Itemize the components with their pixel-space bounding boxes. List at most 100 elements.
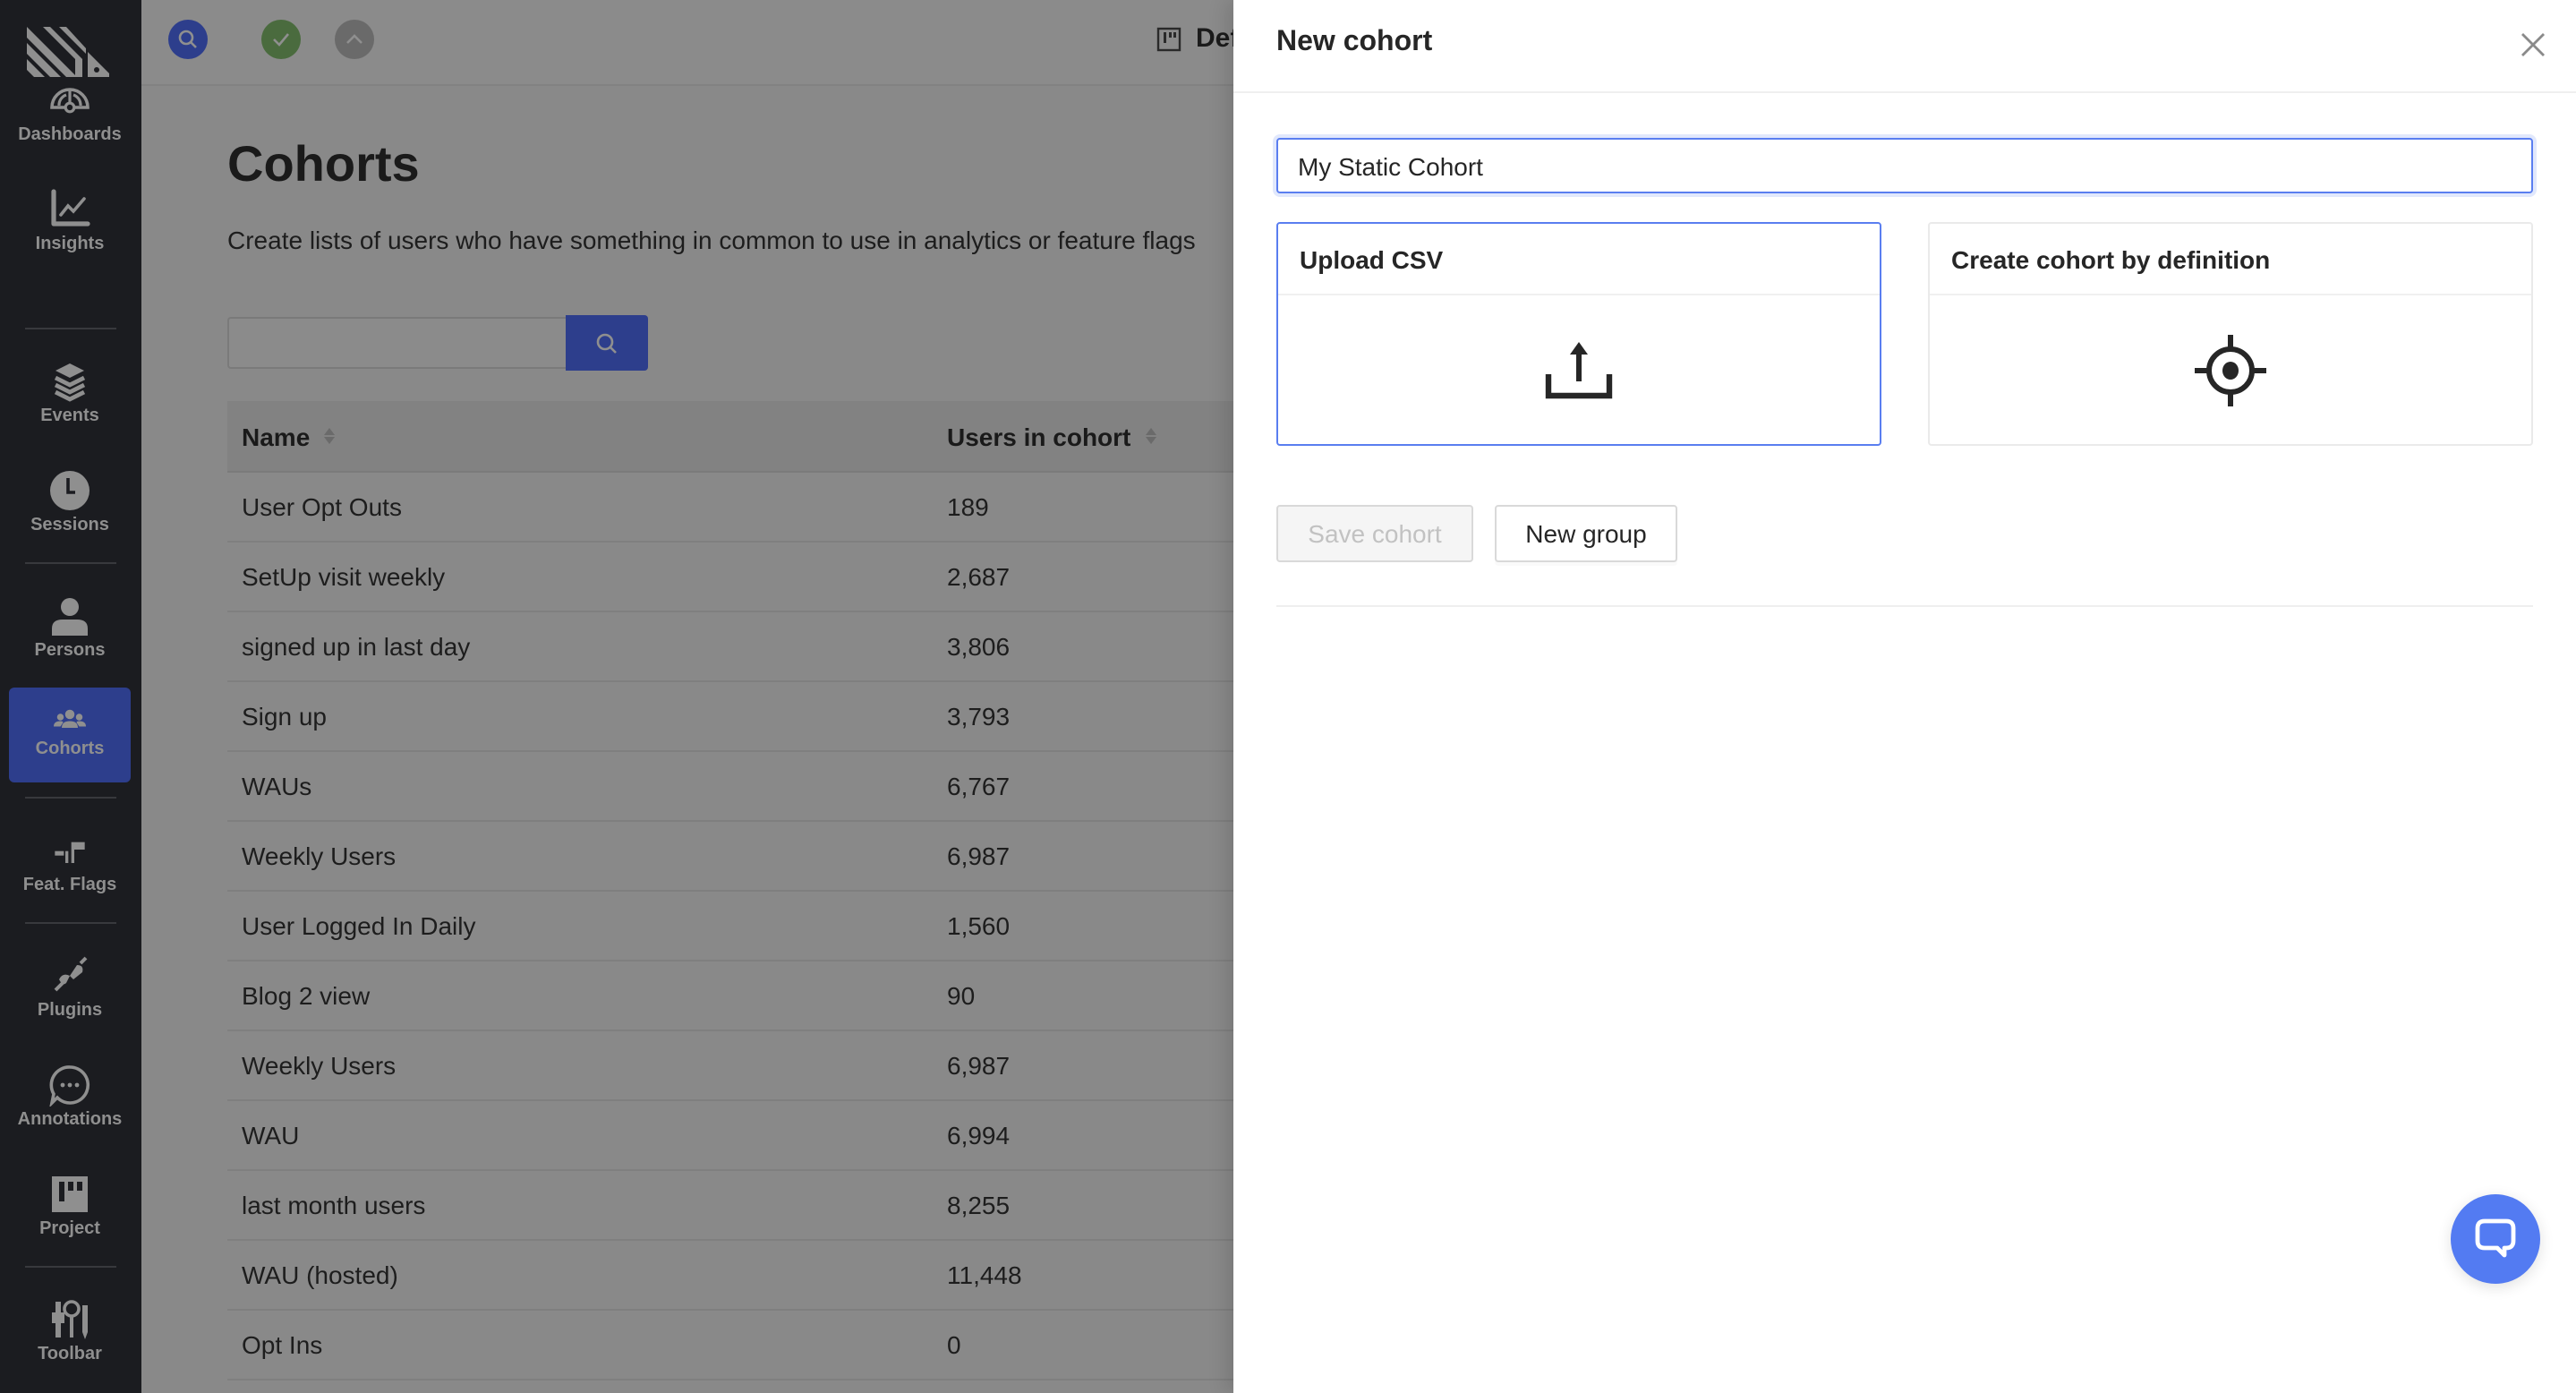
flags-icon — [55, 842, 85, 863]
save-cohort-button[interactable]: Save cohort — [1276, 505, 1473, 562]
cohort-user-count: 8,255 — [947, 1191, 1011, 1219]
cohort-name[interactable]: Weekly Users — [242, 842, 396, 870]
search-button[interactable] — [566, 315, 648, 371]
cohort-name-input[interactable] — [1276, 138, 2533, 193]
crosshair-target-icon — [2195, 335, 2266, 406]
cohort-name[interactable]: User Opt Outs — [242, 492, 402, 521]
sort-icon — [1145, 428, 1156, 444]
project-board-icon — [52, 1176, 88, 1212]
project-board-icon — [1156, 26, 1181, 51]
search-status-button[interactable] — [168, 20, 208, 59]
page-description: Create lists of users who have something… — [227, 226, 1196, 254]
sidebar-divider — [25, 562, 116, 564]
sidebar-item-annotations[interactable]: Annotations — [9, 1056, 131, 1149]
sidebar-item-toolbar[interactable]: Toolbar — [9, 1291, 131, 1384]
drawer-header: New cohort — [1233, 0, 2576, 93]
close-button[interactable] — [2515, 27, 2551, 63]
sidebar-divider — [25, 922, 116, 924]
project-switcher[interactable]: Def — [1156, 23, 1239, 54]
sidebar-item-persons[interactable]: Persons — [9, 587, 131, 680]
tools-icon — [52, 1300, 88, 1339]
cohort-name[interactable]: User Logged In Daily — [242, 911, 476, 940]
cohort-name[interactable]: WAUs — [242, 772, 311, 800]
page-title: Cohorts — [227, 136, 420, 192]
sidebar-item-label: Toolbar — [38, 1345, 102, 1364]
sidebar-divider — [25, 328, 116, 329]
upload-csv-card[interactable]: Upload CSV — [1276, 222, 1881, 446]
sidebar-item-cohorts[interactable]: Cohorts — [9, 688, 131, 782]
new-group-button[interactable]: New group — [1495, 505, 1677, 562]
cohort-name[interactable]: Blog 2 view — [242, 981, 370, 1010]
column-header-users[interactable]: Users in cohort — [947, 422, 1156, 450]
sidebar-item-feature-flags[interactable]: Feat. Flags — [9, 822, 131, 915]
sidebar-item-label: Cohorts — [35, 739, 105, 759]
chevron-up-icon — [346, 34, 363, 44]
new-cohort-drawer: New cohort Upload CSV Create cohort by d… — [1233, 0, 2576, 1393]
cohort-name[interactable]: Weekly Users — [242, 1051, 396, 1080]
sidebar-item-label: Plugins — [37, 1001, 103, 1021]
sidebar-item-label: Feat. Flags — [22, 876, 117, 895]
check-icon — [273, 33, 289, 47]
cohort-name[interactable]: Sign up — [242, 702, 327, 731]
chat-bubble-icon — [2475, 1218, 2516, 1258]
sort-icon — [324, 428, 336, 444]
close-icon — [2521, 33, 2545, 56]
collapse-button[interactable] — [335, 20, 374, 59]
drawer-title: New cohort — [1276, 27, 1433, 57]
cohort-name[interactable]: SetUp visit weekly — [242, 562, 445, 591]
clock-icon — [50, 471, 90, 510]
cohort-user-count: 90 — [947, 981, 976, 1010]
cohort-user-count: 0 — [947, 1330, 961, 1359]
search-icon — [596, 332, 617, 353]
user-icon — [52, 598, 88, 636]
column-header-name[interactable]: Name — [227, 422, 947, 450]
sidebar-item-label: Sessions — [30, 516, 109, 535]
cohort-user-count: 1,560 — [947, 911, 1011, 940]
create-by-definition-card[interactable]: Create cohort by definition — [1928, 222, 2533, 446]
sidebar-divider — [25, 797, 116, 799]
plug-icon — [54, 956, 88, 992]
cohort-user-count: 6,987 — [947, 1051, 1011, 1080]
card-title: Create cohort by definition — [1930, 224, 2531, 295]
health-status-button[interactable] — [261, 20, 301, 59]
message-dots-icon — [49, 1065, 90, 1107]
cohort-user-count: 3,806 — [947, 632, 1011, 661]
cohort-user-count: 11,448 — [947, 1261, 1022, 1289]
search-input[interactable] — [227, 317, 566, 369]
cohort-name[interactable]: Opt Ins — [242, 1330, 322, 1359]
posthog-logo[interactable] — [27, 27, 109, 77]
cohort-name[interactable]: last month users — [242, 1191, 425, 1219]
line-chart-icon — [51, 189, 90, 226]
cohort-user-count: 189 — [947, 492, 989, 521]
sidebar-item-label: Events — [40, 406, 99, 426]
cohort-user-count: 6,994 — [947, 1121, 1011, 1149]
sidebar-item-insights[interactable]: Insights — [9, 181, 131, 274]
column-label: Name — [242, 422, 311, 450]
dashboard-gauge-icon — [50, 88, 90, 114]
users-group-icon — [54, 709, 86, 728]
cohort-user-count: 6,767 — [947, 772, 1011, 800]
cohort-name[interactable]: WAU — [242, 1121, 299, 1149]
sidebar-item-label: Persons — [34, 641, 106, 661]
cohort-user-count: 2,687 — [947, 562, 1011, 591]
card-title: Upload CSV — [1278, 224, 1880, 295]
sidebar-item-dashboards[interactable]: Dashboards — [9, 72, 131, 165]
cohort-user-count: 6,987 — [947, 842, 1011, 870]
sidebar-item-plugins[interactable]: Plugins — [9, 947, 131, 1040]
cohort-name[interactable]: signed up in last day — [242, 632, 470, 661]
upload-icon — [1545, 342, 1613, 399]
sidebar-item-label: Dashboards — [18, 125, 122, 145]
divider — [1276, 605, 2533, 607]
sidebar-divider — [25, 1266, 116, 1268]
column-label: Users in cohort — [947, 422, 1131, 450]
sidebar-item-events[interactable]: Events — [9, 353, 131, 446]
cohort-name[interactable]: WAU (hosted) — [242, 1261, 398, 1289]
cohort-search — [227, 315, 648, 371]
sidebar-item-sessions[interactable]: Sessions — [9, 462, 131, 555]
sidebar-item-label: Project — [39, 1219, 100, 1239]
support-chat-button[interactable] — [2451, 1194, 2540, 1284]
sidebar-item-label: Annotations — [17, 1110, 123, 1130]
search-icon — [178, 30, 197, 48]
sidebar-item-project[interactable]: Project — [9, 1166, 131, 1259]
sidebar: Dashboards Insights Events Sessions Pers… — [0, 0, 141, 1393]
